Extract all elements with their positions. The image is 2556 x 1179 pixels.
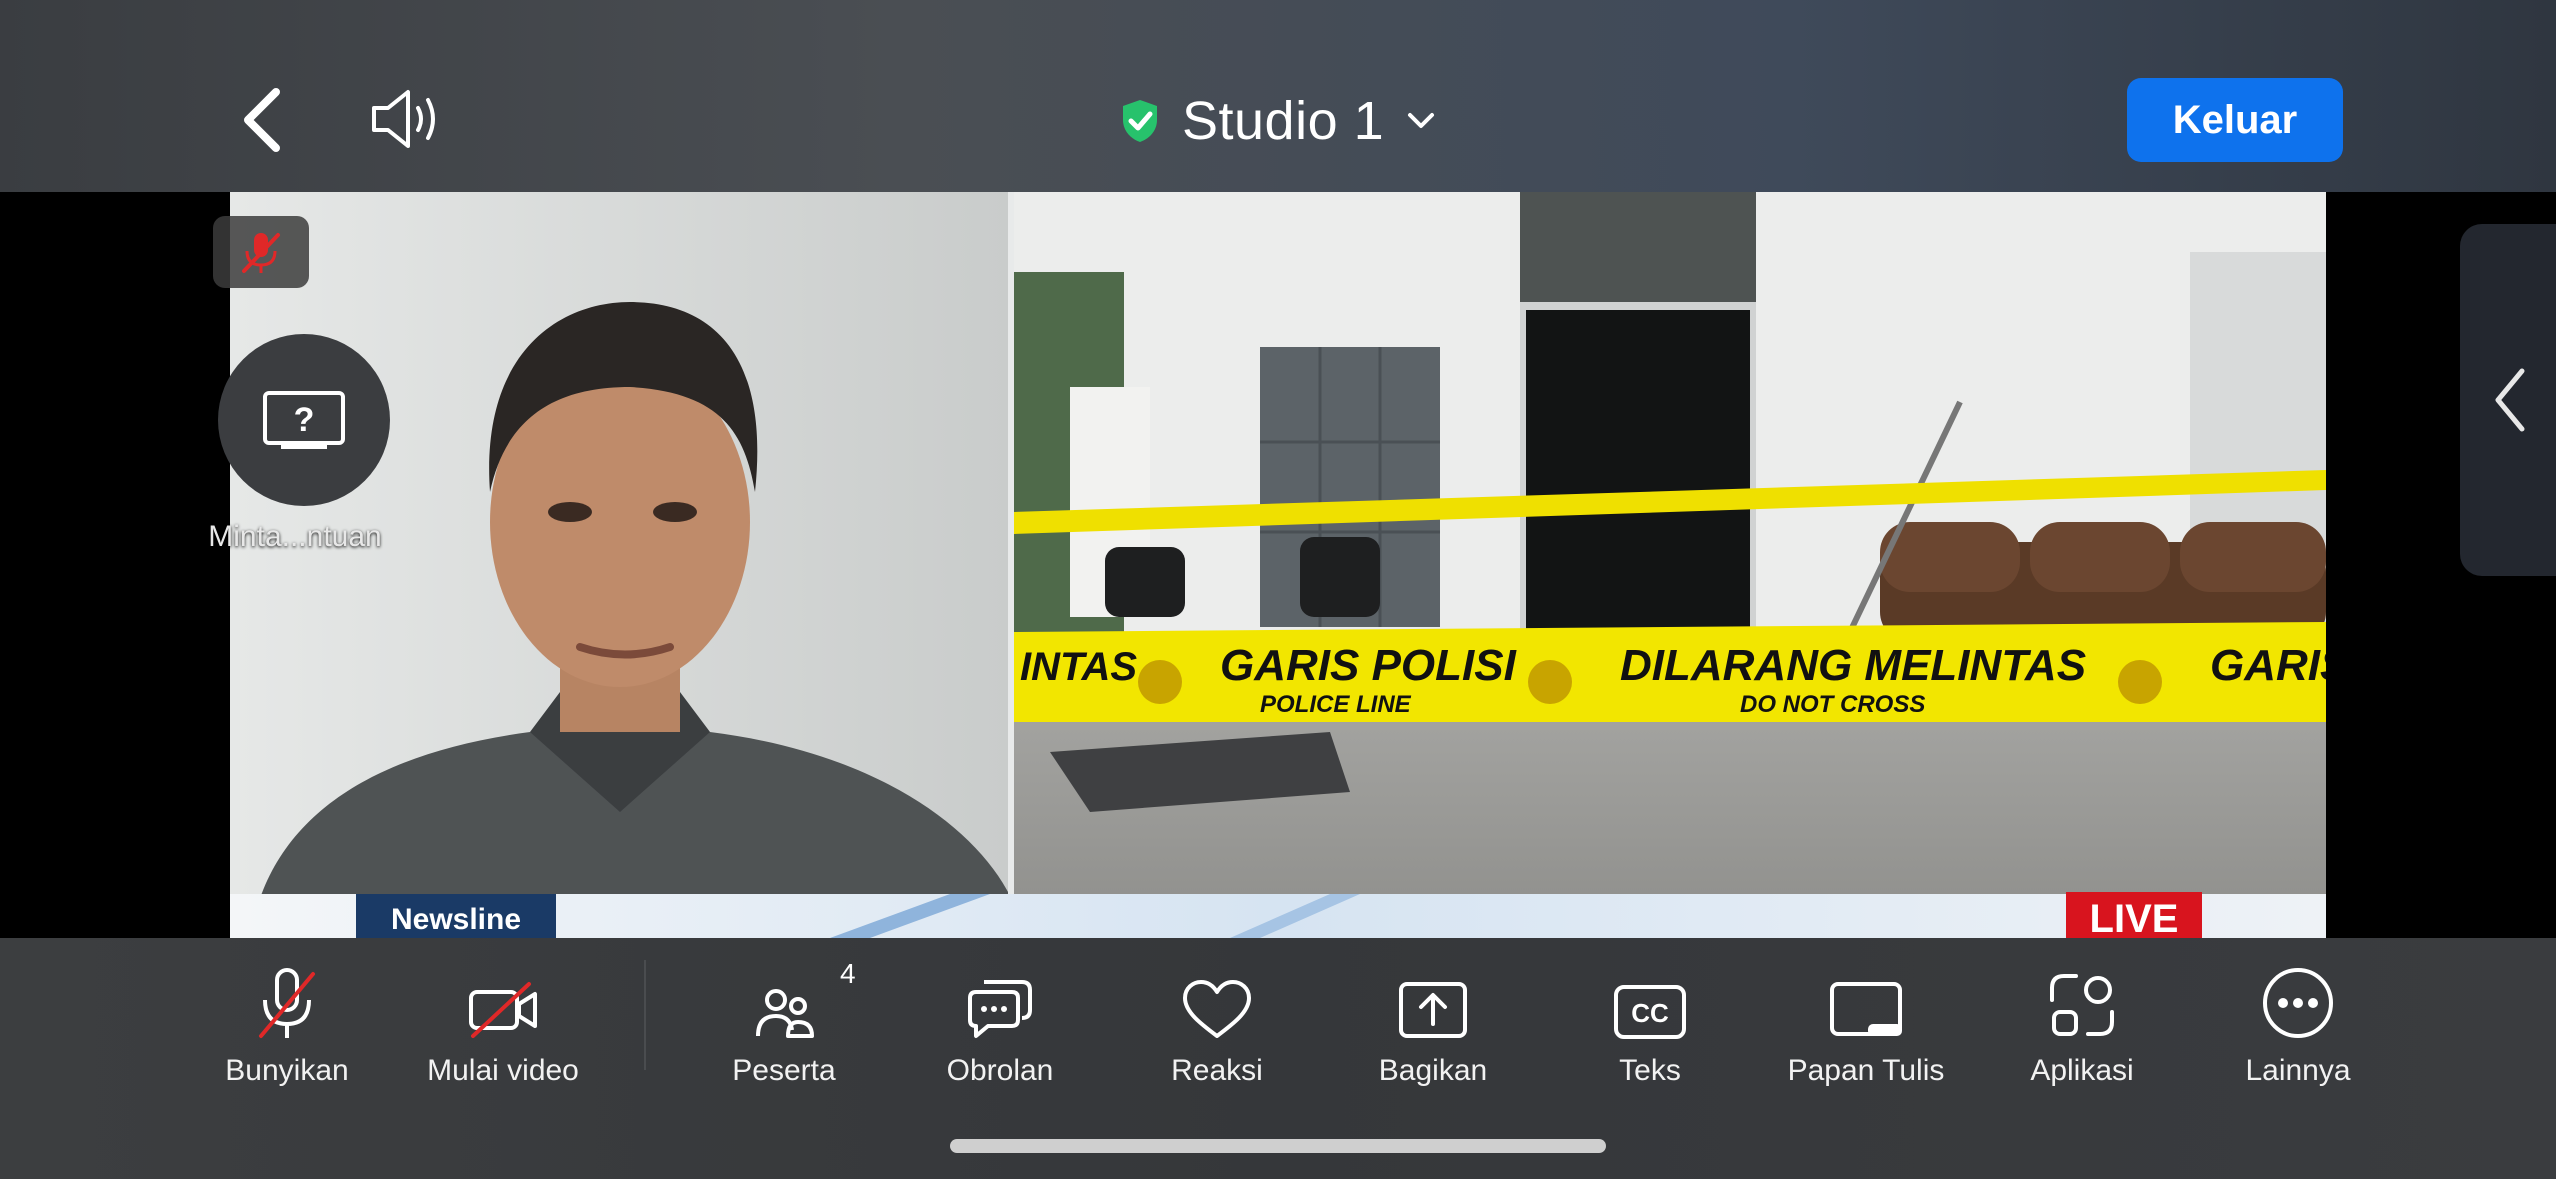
heart-icon [1183, 980, 1251, 1038]
captions-label: Teks [1619, 1054, 1681, 1087]
share-button[interactable]: Bagikan [1363, 938, 1503, 1088]
meeting-header: Studio 1 Keluar [0, 0, 2556, 192]
share-icon [1399, 982, 1467, 1038]
tape-text-1: GARIS POLISI [1220, 641, 1517, 690]
participants-icon [756, 989, 814, 1038]
leave-button[interactable]: Keluar [2127, 78, 2343, 162]
share-label: Bagikan [1378, 1054, 1488, 1087]
chevron-left-icon [244, 88, 280, 152]
speaker-button[interactable] [368, 84, 448, 154]
meeting-title: Studio 1 [1182, 91, 1385, 151]
shared-video: INTAS GARIS POLISI POLICE LINE DILARANG … [230, 192, 2326, 938]
participants-button[interactable]: Peserta [714, 938, 854, 1088]
captions-button[interactable]: CC Teks [1580, 938, 1720, 1088]
mic-off-icon [259, 968, 315, 1038]
apps-button[interactable]: Aplikasi [2012, 938, 2152, 1088]
unmute-label: Bunyikan [225, 1054, 349, 1087]
chevron-down-icon [1408, 113, 1435, 128]
chat-icon [968, 980, 1032, 1038]
unmute-button[interactable]: Bunyikan [212, 938, 362, 1088]
video-off-icon [469, 982, 537, 1038]
question-screen-icon: ? [263, 391, 345, 449]
reactions-button[interactable]: Reaksi [1147, 938, 1287, 1088]
toolbar-divider [644, 960, 646, 1070]
cc-icon: CC [1614, 985, 1686, 1039]
back-button[interactable] [228, 80, 298, 160]
apps-label: Aplikasi [2030, 1054, 2134, 1087]
start-video-button[interactable]: Mulai video [413, 938, 593, 1088]
more-icon [2263, 968, 2333, 1038]
whiteboard-button[interactable]: Papan Tulis [1772, 938, 1960, 1088]
more-button[interactable]: Lainnya [2228, 938, 2368, 1088]
home-indicator[interactable] [950, 1139, 1606, 1153]
live-label: LIVE [2090, 897, 2179, 938]
participants-label: Peserta [732, 1054, 836, 1087]
chat-label: Obrolan [946, 1054, 1054, 1087]
apps-icon [2050, 974, 2114, 1036]
tape-text-2: DILARANG MELINTAS [1620, 641, 2086, 690]
start-video-label: Mulai video [427, 1054, 579, 1087]
whiteboard-icon [1830, 982, 1902, 1036]
participant-muted-badge [213, 216, 309, 288]
reactions-label: Reaksi [1171, 1054, 1263, 1087]
participants-count: 4 [840, 958, 856, 989]
svg-text:?: ? [294, 401, 315, 439]
program-label: Newsline [391, 903, 521, 936]
mic-off-icon [242, 233, 280, 273]
ask-for-help-button[interactable]: ? [218, 334, 390, 506]
tape-sub-1: POLICE LINE [1260, 691, 1412, 718]
side-panel-toggle[interactable] [2460, 224, 2556, 576]
chevron-left-icon [2495, 368, 2525, 432]
whiteboard-label: Papan Tulis [1787, 1054, 1945, 1087]
ask-for-help-label: Minta...ntuan [208, 520, 382, 553]
shield-check-icon [1123, 100, 1157, 142]
svg-text:CC: CC [1631, 998, 1669, 1028]
tape-text-left: INTAS [1020, 645, 1137, 689]
broadcast-scene: INTAS GARIS POLISI POLICE LINE DILARANG … [230, 192, 2326, 938]
tape-text-right: GARIS [2210, 641, 2326, 690]
speaker-icon [372, 90, 435, 148]
meeting-title-dropdown[interactable]: Studio 1 [1120, 90, 1436, 152]
more-label: Lainnya [2245, 1054, 2351, 1087]
tape-sub-2: DO NOT CROSS [1740, 691, 1925, 718]
chat-button[interactable]: Obrolan [930, 938, 1070, 1088]
